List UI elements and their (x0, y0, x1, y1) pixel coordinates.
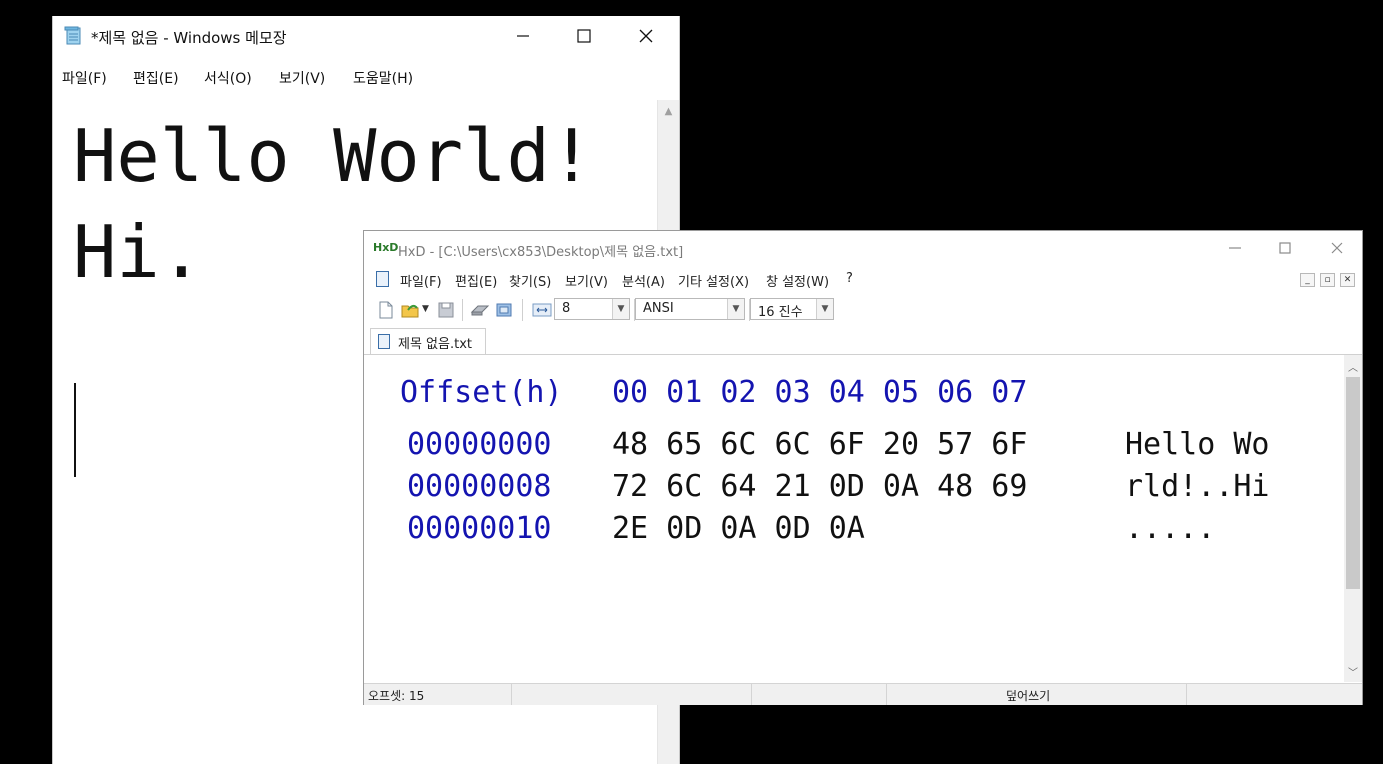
charset-select[interactable]: ANSI ▼ (635, 298, 745, 320)
chevron-down-icon: ▼ (816, 299, 833, 319)
hex-vertical-scrollbar[interactable]: ︿ ﹀ (1344, 355, 1362, 682)
row-offset: 00000010 (407, 511, 552, 546)
charset-value: ANSI (643, 301, 674, 316)
row-hex[interactable]: 72 6C 64 21 0D 0A 48 69 (612, 469, 1027, 504)
tab-untitled-txt[interactable]: 제목 없음.txt (370, 328, 486, 354)
scroll-up-icon[interactable]: ︿ (1344, 357, 1362, 375)
row-text[interactable]: Hello Wo (1125, 427, 1270, 462)
offset-header: Offset(h) (400, 375, 563, 410)
row-offset: 00000008 (407, 469, 552, 504)
hxd-logo: HxD (373, 241, 399, 254)
row-hex[interactable]: 48 65 6C 6C 6F 20 57 6F (612, 427, 1027, 462)
maximize-icon (1279, 242, 1291, 254)
row-text[interactable]: ..... (1125, 511, 1215, 546)
ram-icon[interactable] (494, 300, 514, 320)
hxd-title-bar[interactable]: HxD HxD - [C:\Users\cx853\Desktop\제목 없음.… (364, 231, 1362, 265)
mdi-minimize-button[interactable]: _ (1300, 273, 1315, 287)
notepad-title: *제목 없음 - Windows 메모장 (91, 29, 287, 47)
status-mode: 덮어쓰기 (1006, 689, 1051, 703)
chevron-down-icon: ▼ (727, 299, 744, 319)
new-file-icon[interactable] (376, 300, 396, 320)
hxd-maximize-button[interactable] (1262, 231, 1308, 265)
notepad-icon (64, 26, 81, 45)
open-file-icon[interactable] (400, 300, 420, 320)
column-header: 00 01 02 03 04 05 06 07 (612, 375, 1028, 410)
hxd-status-bar: 오프셋: 15 덮어쓰기 (364, 683, 1362, 705)
disk-icon[interactable] (470, 300, 490, 320)
toolbar-separator (462, 299, 463, 321)
minimize-button[interactable] (500, 16, 546, 56)
hxd-menu-search[interactable]: 찾기(S) (509, 271, 551, 290)
document-icon (376, 271, 389, 287)
columns-icon (532, 303, 552, 317)
status-offset-cell: 오프셋: 15 (364, 684, 512, 705)
hxd-tab-strip: 제목 없음.txt (364, 326, 1362, 355)
offset-base-value: 16 진수 (758, 305, 803, 320)
hxd-menu-help[interactable]: ? (846, 271, 853, 286)
hxd-menu-file[interactable]: 파일(F) (400, 271, 442, 290)
hxd-menu-edit[interactable]: 편집(E) (455, 271, 497, 290)
minimize-icon (1229, 247, 1241, 249)
row-text[interactable]: rld!..Hi (1125, 469, 1270, 504)
hxd-minimize-button[interactable] (1212, 231, 1258, 265)
minimize-icon (517, 35, 529, 37)
mdi-close-button[interactable]: ✕ (1340, 273, 1355, 287)
hex-editor-view[interactable]: Offset(h) 00 01 02 03 04 05 06 07 000000… (364, 355, 1362, 682)
offset-base-select[interactable]: 16 진수 ▼ (750, 298, 834, 320)
save-icon[interactable] (436, 300, 456, 320)
tab-label: 제목 없음.txt (398, 337, 472, 352)
menu-format[interactable]: 서식(O) (204, 68, 252, 88)
hxd-window: HxD HxD - [C:\Users\cx853\Desktop\제목 없음.… (363, 230, 1363, 705)
row-hex[interactable]: 2E 0D 0A 0D 0A (612, 511, 865, 546)
status-offset: 오프셋: 15 (368, 689, 425, 703)
menu-view[interactable]: 보기(V) (279, 68, 325, 88)
chevron-down-icon: ▼ (612, 299, 629, 319)
close-icon (1331, 242, 1343, 254)
document-icon (378, 334, 390, 349)
toolbar-separator (522, 299, 523, 321)
chevron-down-icon[interactable]: ▼ (422, 304, 429, 314)
bytes-per-row-value: 8 (562, 301, 571, 316)
hxd-menu-view[interactable]: 보기(V) (565, 271, 608, 290)
hxd-menu-window[interactable]: 창 설정(W) (766, 271, 829, 290)
maximize-button[interactable] (561, 16, 607, 56)
menu-help[interactable]: 도움말(H) (353, 68, 413, 88)
close-button[interactable] (623, 16, 669, 56)
menu-file[interactable]: 파일(F) (62, 68, 107, 88)
hxd-close-button[interactable] (1314, 231, 1360, 265)
hxd-menu-bar: 파일(F) 편집(E) 찾기(S) 보기(V) 분석(A) 기타 설정(X) 창… (364, 269, 1362, 291)
scroll-down-icon[interactable]: ﹀ (1344, 662, 1362, 680)
status-cell (751, 684, 887, 705)
mdi-restore-button[interactable]: ▫ (1320, 273, 1335, 287)
text-caret (74, 383, 76, 477)
status-cell (511, 684, 752, 705)
maximize-icon (577, 29, 591, 43)
scrollbar-thumb[interactable] (1346, 377, 1360, 589)
menu-edit[interactable]: 편집(E) (133, 68, 179, 88)
hxd-toolbar: ▼ 8 ▼ ANSI ▼ 16 진수 ▼ (364, 295, 1362, 325)
hxd-title: HxD - [C:\Users\cx853\Desktop\제목 없음.txt] (398, 245, 684, 260)
notepad-title-bar[interactable]: *제목 없음 - Windows 메모장 (53, 16, 679, 56)
hxd-menu-extras[interactable]: 기타 설정(X) (678, 271, 749, 290)
scroll-up-icon[interactable]: ▲ (658, 100, 679, 122)
row-offset: 00000000 (407, 427, 552, 462)
bytes-per-row-select[interactable]: 8 ▼ (554, 298, 630, 320)
hxd-menu-analysis[interactable]: 분석(A) (622, 271, 665, 290)
notepad-menu-bar: 파일(F) 편집(E) 서식(O) 보기(V) 도움말(H) (53, 68, 679, 92)
close-icon (639, 29, 653, 43)
status-mode-cell: 덮어쓰기 (886, 684, 1187, 705)
